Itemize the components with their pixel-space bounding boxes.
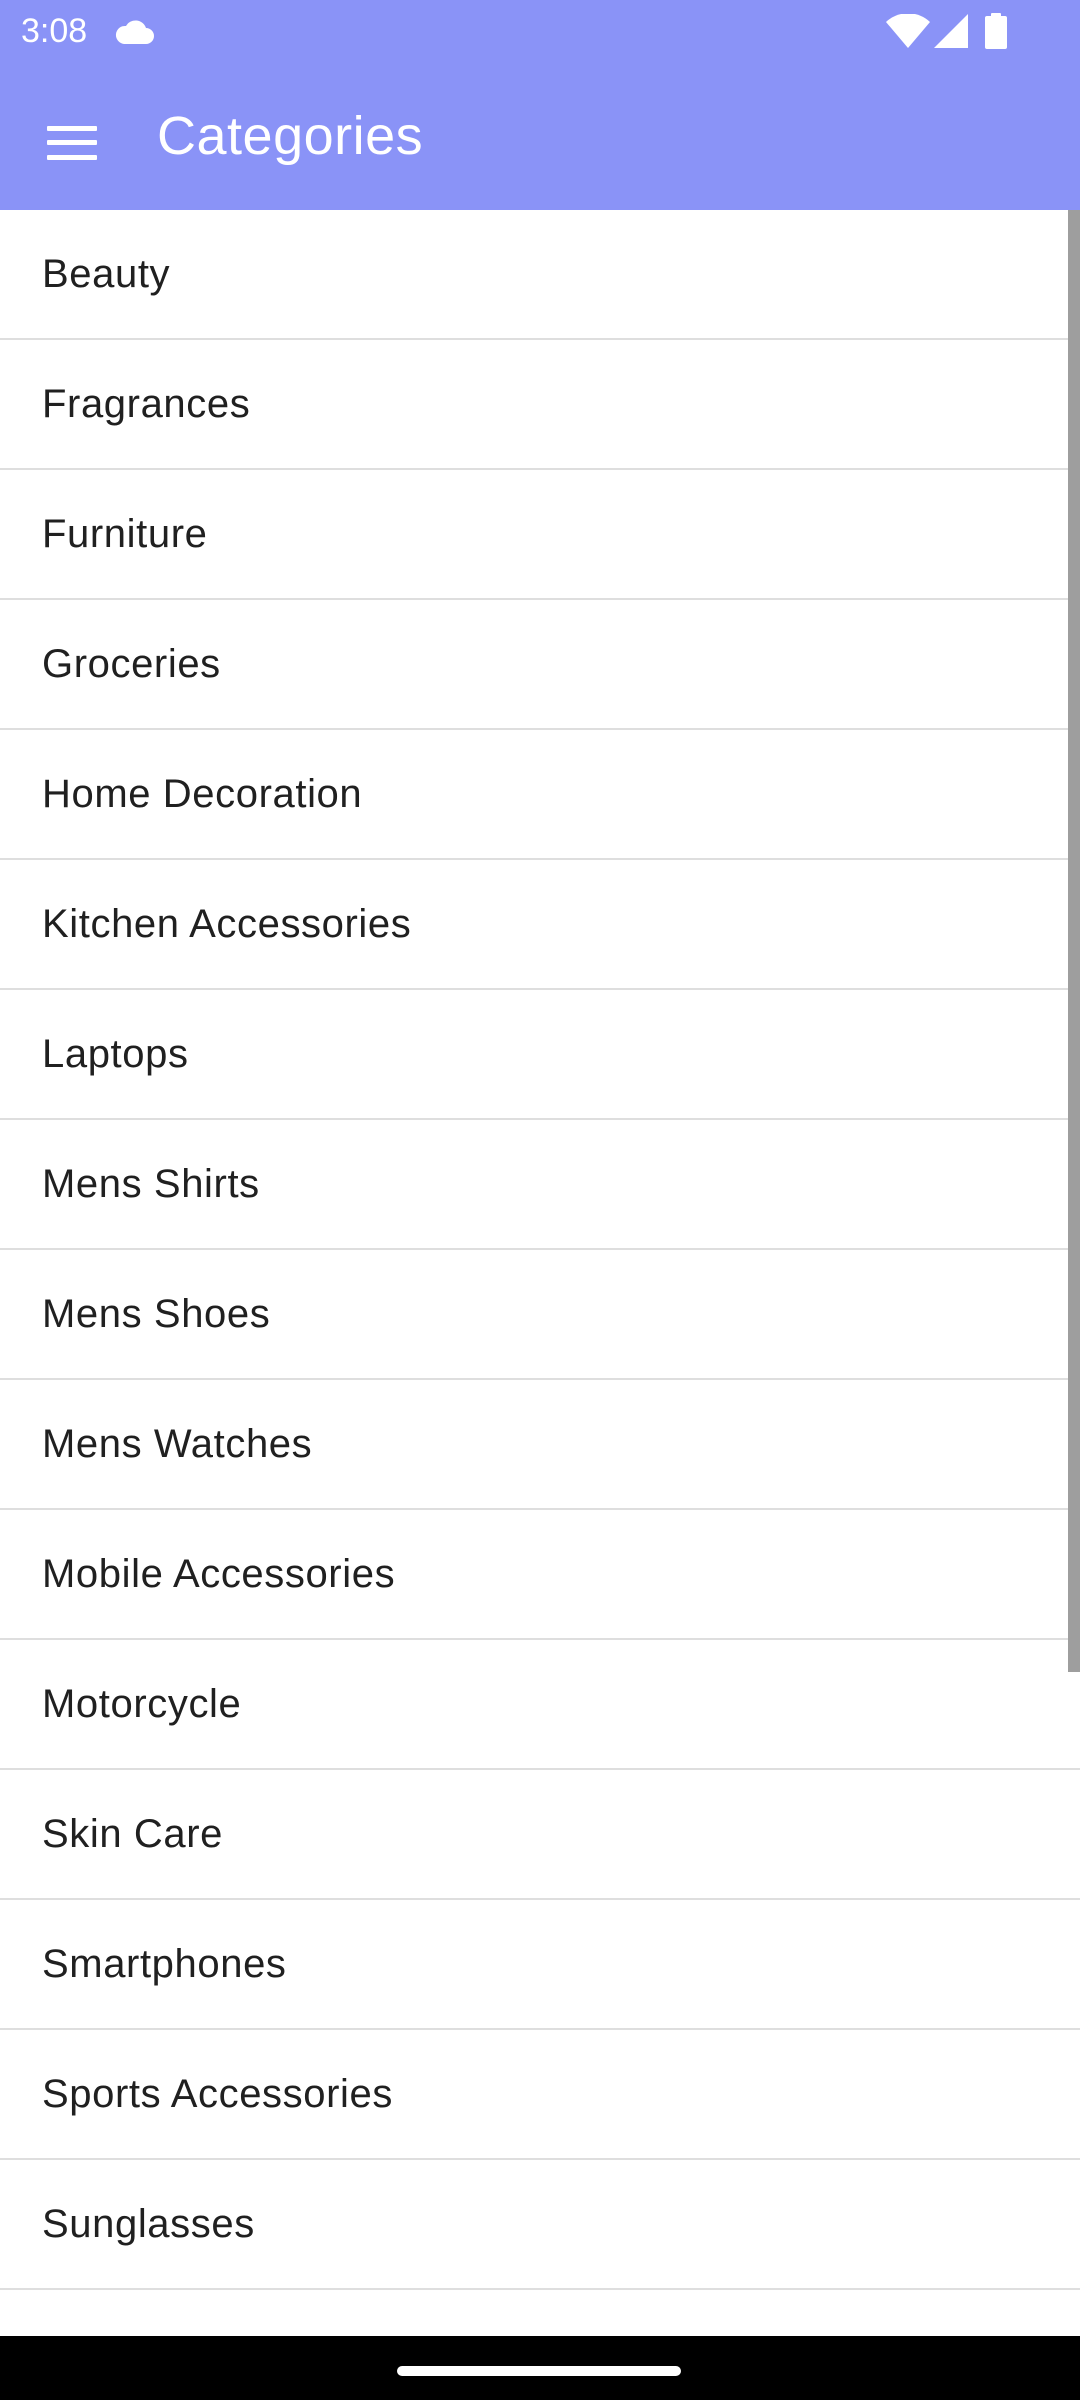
category-label: Mens Shoes	[42, 1292, 271, 1336]
category-label: Kitchen Accessories	[42, 902, 412, 946]
menu-button[interactable]	[30, 101, 114, 185]
wifi-icon	[886, 14, 930, 48]
category-label: Groceries	[42, 642, 221, 686]
list-item[interactable]: Smartphones	[0, 1900, 1080, 2030]
list-item[interactable]: Skin Care	[0, 1770, 1080, 1900]
app-bar: Categories	[0, 62, 1080, 210]
scrollbar[interactable]	[1068, 210, 1080, 1672]
page-title: Categories	[157, 106, 424, 166]
category-label: Mens Shirts	[42, 1162, 260, 1206]
list-item[interactable]: Mobile Accessories	[0, 1510, 1080, 1640]
category-label: Home Decoration	[42, 772, 363, 816]
category-label: Mobile Accessories	[42, 1552, 396, 1596]
list-item[interactable]: Home Decoration	[0, 730, 1080, 860]
list-item[interactable]: Mens Shirts	[0, 1120, 1080, 1250]
list-item[interactable]: Mens Watches	[0, 1380, 1080, 1510]
category-list[interactable]: Beauty Fragrances Furniture Groceries Ho…	[0, 210, 1080, 2336]
cellular-signal-icon	[934, 14, 968, 48]
navigation-bar	[0, 2336, 1080, 2400]
list-item[interactable]: Beauty	[0, 210, 1080, 340]
category-label: Smartphones	[42, 1942, 287, 1986]
category-label: Tablets	[42, 2290, 173, 2336]
status-time: 3:08	[21, 12, 88, 50]
category-label: Sunglasses	[42, 2202, 255, 2246]
battery-icon	[985, 13, 1007, 49]
list-item[interactable]: Kitchen Accessories	[0, 860, 1080, 990]
list-item[interactable]: Mens Shoes	[0, 1250, 1080, 1380]
category-label: Skin Care	[42, 1812, 224, 1856]
list-item[interactable]: Fragrances	[0, 340, 1080, 470]
category-label: Laptops	[42, 1032, 189, 1076]
hamburger-menu-icon	[47, 126, 97, 160]
category-label: Mens Watches	[42, 1422, 313, 1466]
list-item[interactable]: Motorcycle	[0, 1640, 1080, 1770]
list-item[interactable]: Sunglasses	[0, 2160, 1080, 2290]
list-item[interactable]: Furniture	[0, 470, 1080, 600]
cloud-icon	[115, 20, 154, 44]
category-label: Motorcycle	[42, 1682, 242, 1726]
list-item[interactable]: Laptops	[0, 990, 1080, 1120]
list-item[interactable]: Tablets	[0, 2290, 1080, 2336]
list-item[interactable]: Groceries	[0, 600, 1080, 730]
category-label: Furniture	[42, 512, 208, 556]
category-label: Sports Accessories	[42, 2072, 393, 2116]
list-item[interactable]: Sports Accessories	[0, 2030, 1080, 2160]
status-bar: 3:08	[0, 0, 1080, 62]
category-label: Beauty	[42, 252, 171, 296]
home-indicator[interactable]	[397, 2366, 681, 2376]
category-label: Fragrances	[42, 382, 251, 426]
